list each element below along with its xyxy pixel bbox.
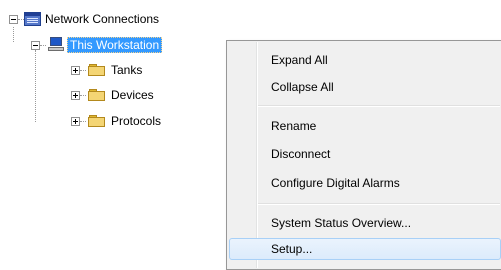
context-menu: Expand All Collapse All Rename Disconnec… — [226, 40, 501, 270]
menu-item-setup[interactable]: Setup... — [229, 238, 501, 260]
menu-item-expand-all[interactable]: Expand All — [229, 49, 501, 71]
tree-node-protocols[interactable]: Protocols — [111, 113, 161, 129]
computer-icon — [48, 37, 64, 52]
tree-connector — [80, 70, 86, 71]
menu-item-collapse-all[interactable]: Collapse All — [229, 76, 501, 98]
menu-item-system-status-overview[interactable]: System Status Overview... — [229, 212, 501, 234]
tree-connector — [80, 121, 86, 122]
collapse-this-workstation-button[interactable] — [31, 41, 40, 50]
folder-icon — [88, 88, 105, 102]
menu-separator — [258, 105, 500, 107]
folder-icon — [88, 114, 105, 128]
tree-connector — [80, 95, 86, 96]
menu-item-disconnect[interactable]: Disconnect — [229, 143, 501, 165]
tree-node-network-connections[interactable]: Network Connections — [45, 11, 159, 27]
tree-connector — [13, 27, 14, 42]
menu-separator — [258, 203, 500, 205]
expand-devices-button[interactable] — [71, 91, 80, 100]
network-connections-icon — [24, 12, 41, 26]
menu-item-configure-digital-alarms[interactable]: Configure Digital Alarms — [229, 172, 501, 194]
tree-node-tanks[interactable]: Tanks — [111, 62, 142, 78]
tree-connector — [40, 45, 46, 46]
tree-connector — [35, 50, 36, 122]
collapse-network-connections-button[interactable] — [9, 15, 18, 24]
expand-protocols-button[interactable] — [71, 117, 80, 126]
menu-item-rename[interactable]: Rename — [229, 115, 501, 137]
tree-node-this-workstation[interactable]: This Workstation — [67, 37, 163, 53]
tree-view: Network Connections This Workstation Tan… — [0, 0, 240, 264]
tree-node-devices[interactable]: Devices — [111, 87, 154, 103]
expand-tanks-button[interactable] — [71, 66, 80, 75]
folder-icon — [88, 63, 105, 77]
